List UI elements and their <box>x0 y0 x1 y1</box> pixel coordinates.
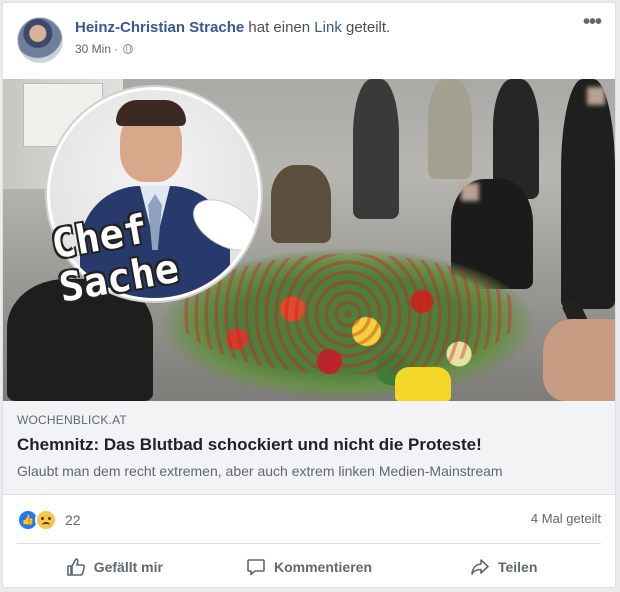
thumbs-up-icon <box>66 558 85 576</box>
ellipsis-icon[interactable]: ••• <box>583 12 602 32</box>
share-icon <box>471 559 489 575</box>
action-link[interactable]: Link <box>314 19 342 36</box>
bystander <box>428 79 472 179</box>
like-button[interactable]: Gefällt mir <box>17 547 212 587</box>
sad-icon <box>35 509 57 531</box>
link-preview-image[interactable]: Chef Sache <box>3 79 615 401</box>
action-suffix: geteilt. <box>346 19 391 36</box>
post-card: Heinz-Christian Strache hat einen Link g… <box>2 2 616 588</box>
link-title[interactable]: Chemnitz: Das Blutbad schockiert und nic… <box>17 435 482 455</box>
link-domain: WOCHENBLICK.AT <box>17 413 127 427</box>
post-header: Heinz-Christian Strache hat einen Link g… <box>17 12 602 65</box>
yellow-bag <box>395 367 451 401</box>
meta-separator: · <box>114 42 119 56</box>
reaction-count[interactable]: 22 <box>65 512 81 528</box>
blurred-face <box>587 87 605 105</box>
hand <box>543 319 615 401</box>
link-preview-info[interactable]: WOCHENBLICK.AT Chemnitz: Das Blutbad sch… <box>3 401 615 495</box>
author-line: Heinz-Christian Strache hat einen Link g… <box>75 19 390 36</box>
share-label: Teilen <box>497 559 538 575</box>
post-time[interactable]: 30 Min <box>75 42 111 56</box>
share-count[interactable]: 4 Mal geteilt <box>531 511 601 526</box>
portrait-hair <box>116 100 186 126</box>
like-label: Gefällt mir <box>93 559 163 575</box>
share-button[interactable]: Teilen <box>406 547 601 587</box>
comment-label: Kommentieren <box>273 559 373 575</box>
reactions-summary[interactable]: 👍 22 <box>17 509 81 531</box>
bystander <box>271 165 331 243</box>
link-description: Glaubt man dem recht extremen, aber auch… <box>17 463 503 479</box>
bystander <box>353 79 399 219</box>
post-meta: 30 Min · <box>75 42 390 56</box>
blurred-face <box>461 183 479 201</box>
action-bar: Gefällt mir Kommentieren Teilen <box>17 547 601 587</box>
post-stats: 👍 22 4 Mal geteilt <box>17 507 601 533</box>
author-avatar[interactable] <box>17 17 63 63</box>
bystander <box>561 79 615 309</box>
author-name[interactable]: Heinz-Christian Strache <box>75 19 244 36</box>
actions-divider <box>17 543 601 544</box>
action-prefix: hat einen <box>248 19 311 36</box>
comment-icon <box>247 559 265 576</box>
comment-button[interactable]: Kommentieren <box>212 547 407 587</box>
globe-icon[interactable] <box>123 44 134 54</box>
post-header-text: Heinz-Christian Strache hat einen Link g… <box>75 19 390 56</box>
